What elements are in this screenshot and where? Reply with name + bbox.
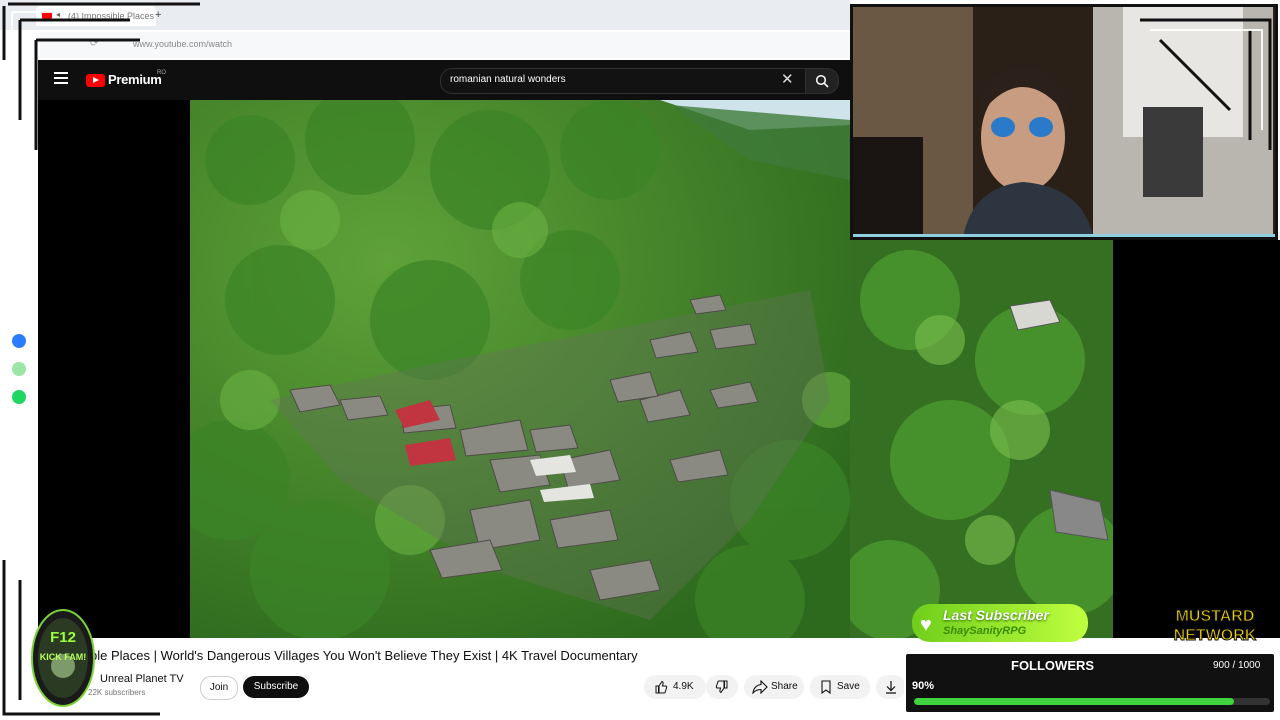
badge-line2: KICK FAM! [40, 652, 87, 662]
network-line2: NETWORK [1174, 627, 1257, 644]
network-line1: MUSTARD [1176, 608, 1255, 625]
last-subscriber-name: ShaySanityRPG [943, 625, 1027, 637]
mustard-network-wordmark: MUSTARD NETWORK [1173, 608, 1257, 645]
followers-count: 900 / 1000 [1213, 660, 1261, 671]
kick-fam-logo: F12 KICK FAM! [31, 609, 95, 707]
followers-progress-track [914, 698, 1270, 705]
stream-frame-decoration [2, 2, 1272, 716]
followers-progress-fill [914, 698, 1235, 705]
followers-percent: 90% [912, 680, 935, 692]
followers-title: FOLLOWERS [1011, 658, 1095, 673]
last-subscriber-label: Last Subscriber [943, 607, 1049, 623]
heart-icon: ♥ [920, 614, 932, 636]
mustard-network-logo: MUSTARD NETWORK [1155, 604, 1275, 645]
kick-fam-badge: F12 KICK FAM! [30, 606, 96, 714]
badge-line1: F12 [50, 629, 76, 646]
